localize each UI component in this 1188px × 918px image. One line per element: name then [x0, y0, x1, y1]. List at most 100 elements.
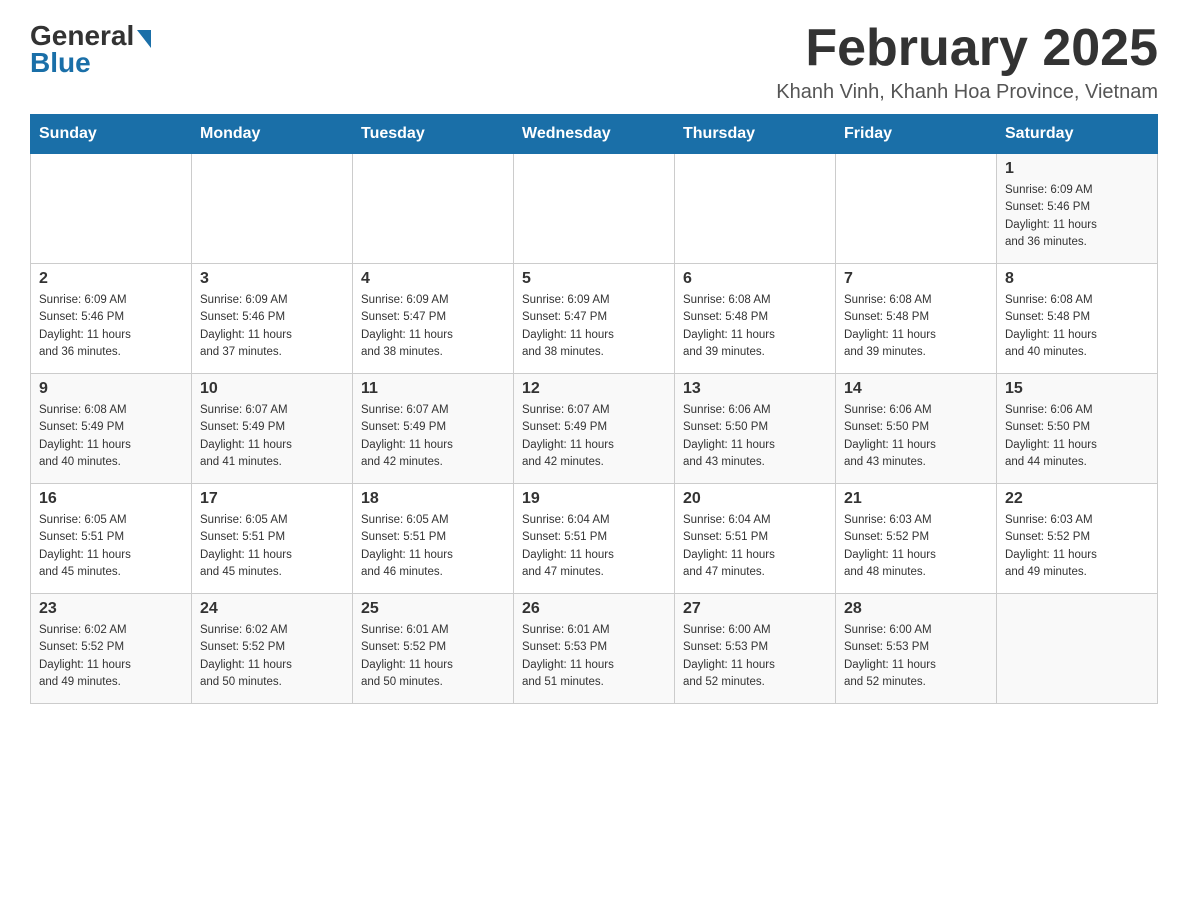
calendar-day-cell: 17 Sunrise: 6:05 AM Sunset: 5:51 PM Dayli… — [192, 484, 353, 594]
col-monday: Monday — [192, 115, 353, 154]
calendar-day-cell: 5Sunrise: 6:09 AM Sunset: 5:47 PM Daylig… — [514, 264, 675, 374]
day-info: Sunrise: 6:04 AM Sunset: 5:51 PM Dayligh… — [522, 512, 666, 581]
calendar-day-cell: 6 Sunrise: 6:08 AM Sunset: 5:48 PM Daylig… — [675, 264, 836, 374]
col-friday: Friday — [836, 115, 997, 154]
day-info: Sunrise: 6:08 AM Sunset: 5:48 PM Dayligh… — [844, 292, 988, 361]
calendar-day-cell: 9 Sunrise: 6:08 AM Sunset: 5:49 PM Daylig… — [31, 374, 192, 484]
day-number: 2 — [39, 270, 183, 288]
day-info: Sunrise: 6:08 AM Sunset: 5:48 PM Dayligh… — [683, 292, 827, 361]
day-number: 9 — [39, 380, 183, 398]
day-number: 22 — [1005, 490, 1149, 508]
day-number: 21 — [844, 490, 988, 508]
day-info: Sunrise: 6:09 AM Sunset: 5:46 PM Dayligh… — [1005, 182, 1149, 251]
day-number: 20 — [683, 490, 827, 508]
day-number: 19 — [522, 490, 666, 508]
location-text: Khanh Vinh, Khanh Hoa Province, Vietnam — [776, 81, 1158, 104]
day-number: 12 — [522, 380, 666, 398]
calendar-day-cell: 27 Sunrise: 6:00 AM Sunset: 5:53 PM Dayli… — [675, 594, 836, 704]
calendar-day-cell: 4 Sunrise: 6:09 AM Sunset: 5:47 PM Daylig… — [353, 264, 514, 374]
day-number: 13 — [683, 380, 827, 398]
calendar-header-row: Sunday Monday Tuesday Wednesday Thursday… — [31, 115, 1158, 154]
calendar-table: Sunday Monday Tuesday Wednesday Thursday… — [30, 114, 1158, 704]
title-block: February 2025 Khanh Vinh, Khanh Hoa Prov… — [776, 20, 1158, 104]
day-number: 24 — [200, 600, 344, 618]
calendar-day-cell: 28 Sunrise: 6:00 AM Sunset: 5:53 PM Dayli… — [836, 594, 997, 704]
calendar-week-row: 23 Sunrise: 6:02 AM Sunset: 5:52 PM Dayli… — [31, 594, 1158, 704]
day-number: 3 — [200, 270, 344, 288]
calendar-week-row: 9 Sunrise: 6:08 AM Sunset: 5:49 PM Daylig… — [31, 374, 1158, 484]
day-number: 28 — [844, 600, 988, 618]
day-info: Sunrise: 6:01 AM Sunset: 5:52 PM Dayligh… — [361, 622, 505, 691]
day-info: Sunrise: 6:08 AM Sunset: 5:49 PM Dayligh… — [39, 402, 183, 471]
day-info: Sunrise: 6:00 AM Sunset: 5:53 PM Dayligh… — [683, 622, 827, 691]
calendar-day-cell: 12 Sunrise: 6:07 AM Sunset: 5:49 PM Dayli… — [514, 374, 675, 484]
day-info: Sunrise: 6:02 AM Sunset: 5:52 PM Dayligh… — [200, 622, 344, 691]
logo-arrow-icon — [137, 30, 151, 48]
day-number: 15 — [1005, 380, 1149, 398]
day-number: 26 — [522, 600, 666, 618]
calendar-day-cell: 15 Sunrise: 6:06 AM Sunset: 5:50 PM Dayli… — [997, 374, 1158, 484]
calendar-day-cell: 11 Sunrise: 6:07 AM Sunset: 5:49 PM Dayli… — [353, 374, 514, 484]
day-info: Sunrise: 6:05 AM Sunset: 5:51 PM Dayligh… — [361, 512, 505, 581]
day-info: Sunrise: 6:03 AM Sunset: 5:52 PM Dayligh… — [1005, 512, 1149, 581]
calendar-day-cell: 18Sunrise: 6:05 AM Sunset: 5:51 PM Dayli… — [353, 484, 514, 594]
day-number: 1 — [1005, 160, 1149, 178]
calendar-day-cell: 21 Sunrise: 6:03 AM Sunset: 5:52 PM Dayli… — [836, 484, 997, 594]
calendar-day-cell: 13 Sunrise: 6:06 AM Sunset: 5:50 PM Dayli… — [675, 374, 836, 484]
col-sunday: Sunday — [31, 115, 192, 154]
day-info: Sunrise: 6:09 AM Sunset: 5:46 PM Dayligh… — [200, 292, 344, 361]
day-info: Sunrise: 6:06 AM Sunset: 5:50 PM Dayligh… — [1005, 402, 1149, 471]
page-header: General Blue February 2025 Khanh Vinh, K… — [30, 20, 1158, 104]
calendar-day-cell: 24 Sunrise: 6:02 AM Sunset: 5:52 PM Dayli… — [192, 594, 353, 704]
day-info: Sunrise: 6:09 AM Sunset: 5:46 PM Dayligh… — [39, 292, 183, 361]
calendar-day-cell: 3 Sunrise: 6:09 AM Sunset: 5:46 PM Daylig… — [192, 264, 353, 374]
day-number: 27 — [683, 600, 827, 618]
day-number: 14 — [844, 380, 988, 398]
calendar-day-cell: 10 Sunrise: 6:07 AM Sunset: 5:49 PM Dayli… — [192, 374, 353, 484]
day-number: 11 — [361, 380, 505, 398]
day-number: 23 — [39, 600, 183, 618]
day-info: Sunrise: 6:07 AM Sunset: 5:49 PM Dayligh… — [361, 402, 505, 471]
calendar-day-cell: 1 Sunrise: 6:09 AM Sunset: 5:46 PM Daylig… — [997, 154, 1158, 264]
calendar-day-cell: 14Sunrise: 6:06 AM Sunset: 5:50 PM Dayli… — [836, 374, 997, 484]
day-number: 4 — [361, 270, 505, 288]
calendar-day-cell — [192, 154, 353, 264]
calendar-day-cell: 19 Sunrise: 6:04 AM Sunset: 5:51 PM Dayli… — [514, 484, 675, 594]
calendar-week-row: 16 Sunrise: 6:05 AM Sunset: 5:51 PM Dayli… — [31, 484, 1158, 594]
calendar-day-cell: 2 Sunrise: 6:09 AM Sunset: 5:46 PM Daylig… — [31, 264, 192, 374]
calendar-week-row: 2 Sunrise: 6:09 AM Sunset: 5:46 PM Daylig… — [31, 264, 1158, 374]
day-number: 17 — [200, 490, 344, 508]
day-info: Sunrise: 6:00 AM Sunset: 5:53 PM Dayligh… — [844, 622, 988, 691]
day-number: 6 — [683, 270, 827, 288]
day-info: Sunrise: 6:07 AM Sunset: 5:49 PM Dayligh… — [522, 402, 666, 471]
calendar-day-cell: 16Sunrise: 6:05 AM Sunset: 5:51 PM Dayli… — [31, 484, 192, 594]
day-info: Sunrise: 6:09 AM Sunset: 5:47 PM Dayligh… — [361, 292, 505, 361]
logo: General Blue — [30, 20, 151, 79]
calendar-day-cell — [836, 154, 997, 264]
calendar-day-cell — [514, 154, 675, 264]
calendar-day-cell — [353, 154, 514, 264]
day-number: 10 — [200, 380, 344, 398]
calendar-day-cell: 23 Sunrise: 6:02 AM Sunset: 5:52 PM Dayli… — [31, 594, 192, 704]
logo-blue-text: Blue — [30, 47, 91, 79]
day-number: 16 — [39, 490, 183, 508]
day-info: Sunrise: 6:03 AM Sunset: 5:52 PM Dayligh… — [844, 512, 988, 581]
day-info: Sunrise: 6:05 AM Sunset: 5:51 PM Dayligh… — [200, 512, 344, 581]
day-info: Sunrise: 6:02 AM Sunset: 5:52 PM Dayligh… — [39, 622, 183, 691]
calendar-day-cell: 26 Sunrise: 6:01 AM Sunset: 5:53 PM Dayli… — [514, 594, 675, 704]
calendar-day-cell: 7 Sunrise: 6:08 AM Sunset: 5:48 PM Daylig… — [836, 264, 997, 374]
col-tuesday: Tuesday — [353, 115, 514, 154]
col-thursday: Thursday — [675, 115, 836, 154]
day-info: Sunrise: 6:08 AM Sunset: 5:48 PM Dayligh… — [1005, 292, 1149, 361]
day-number: 7 — [844, 270, 988, 288]
month-title: February 2025 — [776, 20, 1158, 77]
day-info: Sunrise: 6:06 AM Sunset: 5:50 PM Dayligh… — [683, 402, 827, 471]
calendar-day-cell: 8Sunrise: 6:08 AM Sunset: 5:48 PM Daylig… — [997, 264, 1158, 374]
day-info: Sunrise: 6:07 AM Sunset: 5:49 PM Dayligh… — [200, 402, 344, 471]
calendar-week-row: 1 Sunrise: 6:09 AM Sunset: 5:46 PM Daylig… — [31, 154, 1158, 264]
calendar-day-cell — [997, 594, 1158, 704]
calendar-day-cell — [31, 154, 192, 264]
col-saturday: Saturday — [997, 115, 1158, 154]
day-number: 25 — [361, 600, 505, 618]
day-info: Sunrise: 6:01 AM Sunset: 5:53 PM Dayligh… — [522, 622, 666, 691]
